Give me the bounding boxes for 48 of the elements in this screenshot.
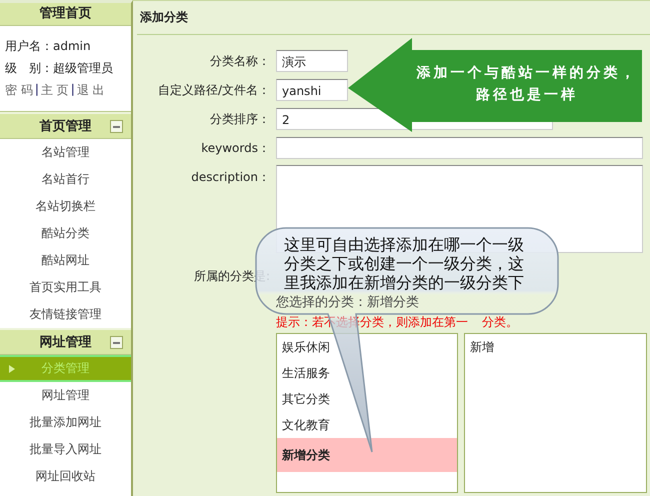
field-label: description： — [190, 169, 271, 186]
nav-link[interactable]: 密 码 — [5, 82, 33, 99]
list-option[interactable]: 娱乐休闲 — [277, 334, 457, 360]
link-separator: | — [34, 82, 39, 98]
field-label: keywords： — [200, 140, 271, 156]
category-list[interactable]: 新增 — [464, 333, 647, 493]
field-label: 所属的分类是: — [192, 268, 271, 284]
panel-title: 添加分类 — [137, 1, 650, 35]
sidebar-item[interactable]: 网址回收站 — [0, 463, 131, 490]
list-option[interactable]: 新增分类 — [277, 438, 457, 472]
field-label: 分类排序： — [209, 110, 271, 128]
section-title: 网址管理 — [40, 334, 92, 351]
collapse-icon[interactable] — [110, 336, 123, 349]
selected-category-text: 您选择的分类：新增分类 — [276, 294, 420, 312]
input-field[interactable] — [276, 137, 643, 159]
nav-link[interactable]: 退 出 — [76, 82, 105, 99]
list-option[interactable]: 生活服务 — [277, 360, 457, 386]
sidebar-item[interactable]: 名站管理 — [0, 139, 131, 166]
hint-text: 分类。 — [482, 314, 518, 331]
arrow-text: 添加一个与酷站一样的分类，路径也是一样 — [416, 64, 638, 105]
sidebar-item[interactable]: 批量添加网址 — [0, 409, 131, 436]
triangle-icon — [9, 365, 15, 373]
link-separator: | — [70, 82, 75, 98]
sidebar-item[interactable]: 批量导入网址 — [0, 436, 131, 463]
section-header[interactable]: 首页管理 — [0, 112, 131, 139]
sidebar-item[interactable]: 网址管理 — [0, 382, 131, 409]
list-option[interactable]: 其它分类 — [277, 386, 457, 412]
sidebar-item[interactable]: 酷站分类 — [0, 220, 131, 247]
callout-text: 这里可自由选择添加在哪一个一级分类之下或创建一个一级分类，这里我添加在新增分类的一级分类下 — [284, 235, 525, 292]
sidebar-item[interactable]: 名站首行 — [0, 166, 131, 193]
section-header[interactable]: 网址管理 — [0, 328, 131, 355]
nav-link[interactable]: 主 页 — [40, 82, 69, 99]
input-field[interactable]: yanshi — [276, 79, 348, 101]
input-field[interactable]: 演示 — [276, 50, 348, 72]
user-info-text: 用户名：admin — [5, 38, 92, 54]
sidebar-item[interactable]: 名站切换栏 — [0, 193, 131, 220]
field-label: 分类名称： — [209, 52, 271, 70]
sidebar-item[interactable]: 首页实用工具 — [0, 274, 131, 301]
list-option[interactable]: 新增 — [465, 334, 646, 360]
sidebar-item[interactable]: 友情链接管理 — [0, 301, 131, 328]
list-option[interactable]: 文化教育 — [277, 412, 457, 438]
user-info-text: 级 别：超级管理员 — [5, 60, 114, 76]
collapse-icon[interactable] — [110, 120, 123, 133]
field-label: 自定义路径/文件名： — [156, 82, 271, 98]
sidebar-title: 管理首页 — [0, 3, 131, 26]
sidebar-item[interactable]: 酷站网址 — [0, 247, 131, 274]
category-list[interactable]: 娱乐休闲 生活服务 其它分类 文化教育 新增分类 — [276, 333, 458, 493]
section-title: 首页管理 — [40, 118, 92, 135]
